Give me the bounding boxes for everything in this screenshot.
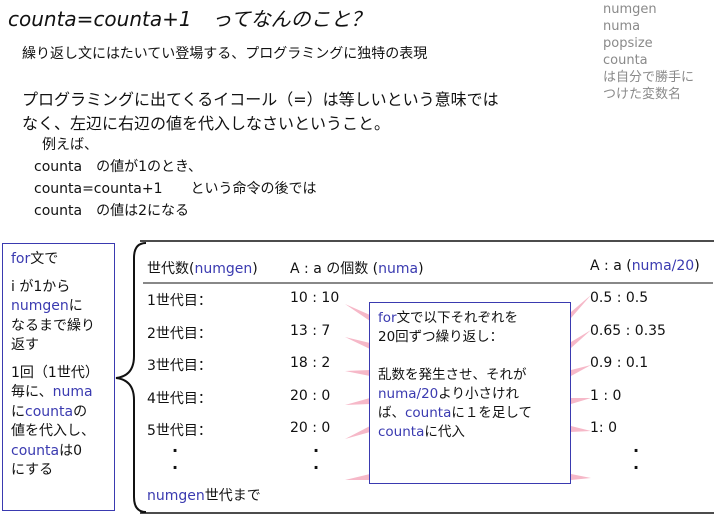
callout-line: 乱数を発生させ、それが [378, 367, 527, 383]
text: ば、 [378, 405, 405, 421]
ellipsis-dot: . [313, 437, 320, 456]
keyword: numa/20 [378, 386, 439, 402]
row-4-ratio: 1 : 0 [590, 388, 622, 404]
loop-callout: for文で以下それぞれを 20回ずつ繰り返し： 乱数を発生させ、それが numa… [369, 302, 571, 484]
callout-line: ば、countaに１を足して [378, 404, 570, 423]
row-4-count: 20 : 0 [290, 388, 331, 404]
row-1-count: 10 : 10 [290, 290, 340, 306]
box-line: 値を代入し、 [11, 423, 95, 439]
keyword: numgen [11, 298, 69, 314]
text: A : a の個数 ( [290, 261, 379, 277]
text: 世代まで [204, 488, 261, 504]
row-1-ratio: 0.5 : 0.5 [590, 290, 649, 306]
text: の [73, 403, 88, 420]
row-5-generation: 5世代目： [147, 423, 212, 439]
box-line: 1回（1世代） [11, 364, 99, 381]
ellipsis-dot: . [313, 454, 320, 473]
row-3-ratio: 0.9 : 0.1 [590, 355, 649, 371]
ellipsis-dot: . [633, 454, 640, 473]
text: 毎に、 [11, 384, 53, 400]
row-2-count: 13 : 7 [290, 323, 331, 339]
header-generation: 世代数(numgen) [147, 258, 258, 278]
row-2-ratio: 0.65 : 0.35 [590, 323, 666, 339]
keyword: numa [52, 384, 93, 400]
keyword: counta [11, 442, 60, 459]
arrow-left-2 [345, 337, 370, 349]
box-line: for文で [11, 250, 114, 270]
text: 文で以下それぞれを [396, 310, 519, 326]
callout-line: for文で以下それぞれを [378, 309, 570, 328]
keyword: counta [378, 424, 425, 440]
row-5-count: 20 : 0 [290, 420, 331, 436]
keyword: numa/20 [631, 258, 695, 274]
keyword: numa [378, 261, 419, 277]
arrow-left-4 [345, 398, 370, 405]
row-2-generation: 2世代目： [147, 326, 212, 342]
text: は0 [59, 442, 82, 459]
text: 世代数( [147, 261, 195, 277]
arrow-right-3 [571, 365, 591, 376]
ellipsis-dot: . [172, 437, 179, 456]
arrow-right-5 [571, 426, 591, 432]
header-ratio: A : a (numa/20) [590, 258, 700, 274]
keyword: counta [405, 405, 452, 421]
callout-line: numa/20より小さけれ [378, 385, 570, 404]
row-5-ratio: 1: 0 [590, 420, 617, 436]
curly-brace [115, 242, 147, 513]
arrow-left-5 [345, 426, 370, 439]
keyword: for [11, 251, 31, 267]
ellipsis-dot: . [633, 437, 640, 456]
text: ) [252, 261, 258, 277]
row-4-generation: 4世代目： [147, 391, 212, 407]
box-line: 返す [11, 337, 39, 353]
header-count: A : a の個数 (numa) [290, 258, 424, 278]
box-line: なるまで繰り [11, 317, 95, 334]
arrow-right-1 [571, 295, 591, 318]
arrow-left-3 [345, 370, 370, 376]
box-line: i が1から [11, 278, 71, 295]
arrow-left-1 [345, 304, 370, 321]
row-1-generation: 1世代目： [147, 293, 212, 309]
box-line: にする [11, 462, 54, 478]
arrow-right-2 [571, 330, 591, 348]
keyword: numgen [194, 261, 253, 277]
arrow-right-6 [571, 474, 591, 480]
text: 文で [30, 251, 59, 267]
text: ) [418, 261, 424, 277]
text: に [11, 403, 25, 420]
keyword: numgen [147, 488, 205, 504]
callout-line: 20回ずつ繰り返し： [378, 329, 504, 345]
text: に１を足して [451, 405, 532, 421]
row-3-count: 18 : 2 [290, 355, 331, 371]
box-line: numgenに [11, 297, 114, 317]
box-line: countaは0 [11, 442, 114, 462]
ellipsis-dot: . [172, 454, 179, 473]
text: A : a ( [590, 258, 632, 274]
text: に [68, 298, 83, 314]
text: ) [694, 258, 700, 274]
row-3-generation: 3世代目： [147, 358, 212, 374]
arrow-left-6 [345, 474, 370, 480]
box-line: にcountaの [11, 403, 114, 423]
for-loop-box: for文で i が1から numgenに なるまで繰り 返す 1回（1世代） 毎… [2, 243, 115, 511]
arrow-right-4 [571, 398, 591, 404]
keyword: counta [25, 403, 74, 420]
text: より小さけれ [438, 386, 519, 402]
text: に代入 [424, 424, 465, 440]
callout-line: countaに代入 [378, 423, 570, 442]
box-line: 毎に、numa [11, 383, 114, 403]
keyword: for [378, 310, 397, 326]
table-footer: numgen世代まで [147, 485, 261, 505]
